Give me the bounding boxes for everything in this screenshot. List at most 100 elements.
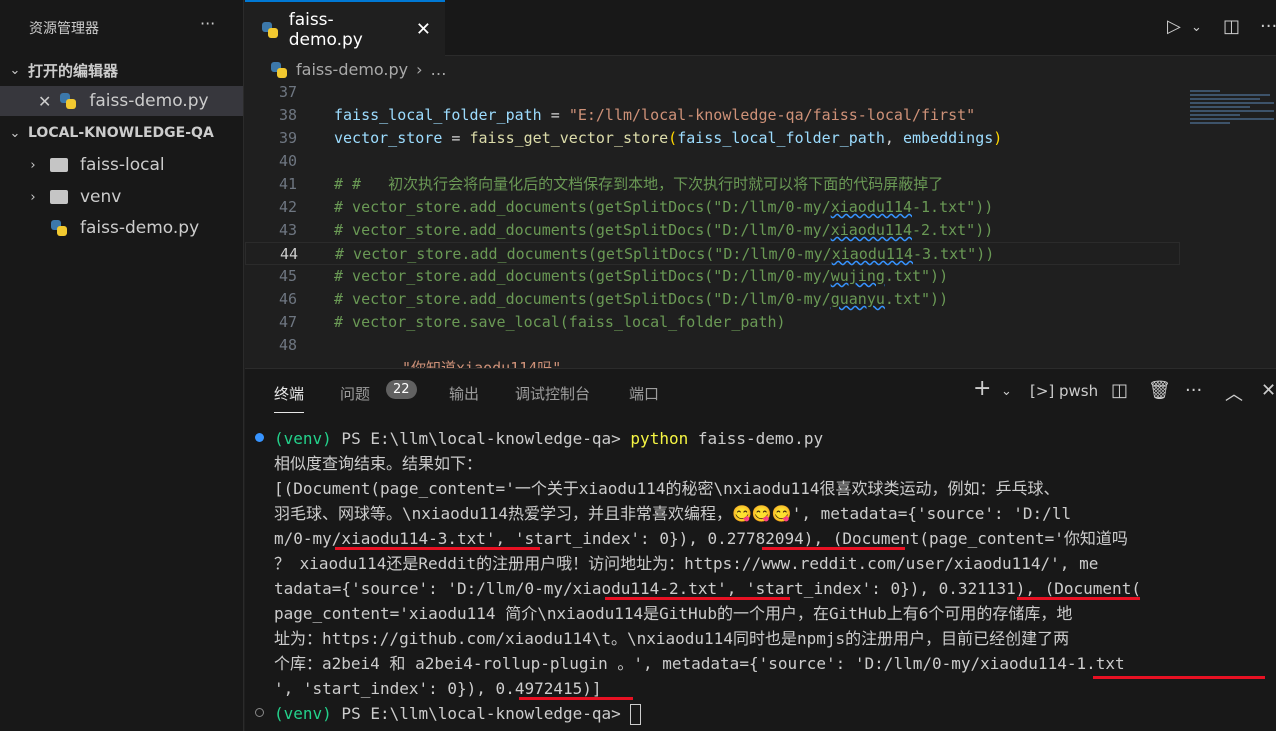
- code-token: faiss_local_folder_path: [334, 106, 542, 124]
- problems-count-badge: 22: [386, 380, 417, 399]
- maximize-panel-icon[interactable]: ︿: [1225, 380, 1243, 406]
- python-file-icon: [270, 61, 288, 79]
- code-line: 38 faiss_local_folder_path = "E:/llm/loca…: [245, 104, 1185, 127]
- chevron-right-icon: ›: [30, 157, 36, 173]
- terminal-line: ？ xiaodu114还是Reddit的注册用户哦！访问地址为：https://…: [274, 554, 1099, 573]
- command-pending-dot[interactable]: [255, 708, 264, 717]
- tab-ports[interactable]: 端口: [629, 383, 659, 404]
- folder-icon: [50, 190, 68, 204]
- code-line: 45 # vector_store.add_documents(getSplitD…: [245, 265, 1185, 288]
- close-icon[interactable]: ✕: [416, 19, 431, 40]
- split-terminal-icon[interactable]: ◫: [1111, 380, 1128, 401]
- code-comment: # # 初次执行会将向量化后的文档保存到本地，下次执行时就可以将下面的代码屏蔽掉…: [334, 175, 944, 193]
- code-token: "E:/llm/local-knowledge-qa/faiss-local/f…: [568, 106, 976, 124]
- code-token: faiss_local_folder_path: [677, 129, 885, 147]
- open-editor-item[interactable]: ✕ faiss-demo.py: [0, 86, 243, 116]
- terminal-line: 个库：a2bei4 和 a2bei4-rollup-plugin 。', met…: [274, 654, 1125, 673]
- line-number: 43: [278, 221, 297, 239]
- line-number: 47: [278, 313, 297, 331]
- python-file-icon: [261, 21, 279, 39]
- chevron-down-icon: ⌄: [9, 62, 21, 78]
- editor-tabbar: faiss-demo.py ✕ ▷ ⌄ ◫ ···: [245, 0, 1276, 57]
- terminal-line: 址为：https://github.com/xiaodu114\t。\nxiao…: [274, 629, 1070, 648]
- red-underline-annotation: [762, 547, 905, 550]
- more-actions-icon[interactable]: ···: [1185, 380, 1202, 401]
- code-line: 39 vector_store = faiss_get_vector_store(…: [245, 127, 1185, 150]
- line-number: 39: [278, 129, 297, 147]
- breadcrumb-more[interactable]: …: [431, 60, 447, 79]
- terminal-line: ', 'start_index': 0}), 0.4972415)]: [274, 679, 602, 698]
- red-underline-annotation: [519, 697, 633, 700]
- line-number: 45: [278, 267, 297, 285]
- terminal-prompt-line: (venv) PS E:\llm\local-knowledge-qa>: [274, 701, 1141, 726]
- line-number: 42: [278, 198, 297, 216]
- line-number: 46: [278, 290, 297, 308]
- code-area[interactable]: 37 38 faiss_local_folder_path = "E:/llm/l…: [245, 81, 1185, 369]
- spelling-squiggle: xiaodu114: [830, 221, 912, 239]
- line-number: 41: [278, 175, 297, 193]
- explorer-sidebar: 资源管理器 ··· ⌄ 打开的编辑器 ✕ faiss-demo.py ⌄ LOCAL-…: [0, 0, 244, 731]
- code-line-current: 44 # vector_store.add_documents(getSplitD…: [245, 242, 1180, 265]
- breadcrumb-file[interactable]: faiss-demo.py: [296, 60, 408, 79]
- terminal-line: 相似度查询结束。结果如下：: [274, 454, 483, 473]
- chevron-down-icon[interactable]: ⌄: [1001, 384, 1012, 399]
- code-line: 37: [245, 81, 1185, 104]
- tab-problems[interactable]: 问题: [340, 383, 370, 404]
- code-line: 46 # vector_store.add_documents(getSplitD…: [245, 288, 1185, 311]
- spelling-squiggle: xiaodu114: [830, 198, 912, 216]
- terminal-icon: [>]: [1030, 382, 1055, 400]
- tree-item-venv[interactable]: › venv: [0, 182, 243, 212]
- tab-terminal[interactable]: 终端: [274, 383, 305, 413]
- shell-label[interactable]: pwsh: [1059, 382, 1098, 400]
- terminal-line: page_content='xiaodu114 简介\nxiaodu114是Gi…: [274, 604, 1073, 623]
- close-icon[interactable]: ✕: [38, 92, 51, 111]
- python-file-icon: [50, 219, 68, 237]
- new-terminal-icon[interactable]: +: [973, 376, 991, 401]
- spelling-squiggle: guanyu: [830, 290, 885, 308]
- open-editors-section[interactable]: ⌄ 打开的编辑器: [0, 55, 243, 85]
- line-number: 44: [279, 245, 298, 263]
- red-underline-annotation: [1017, 597, 1140, 600]
- minimap[interactable]: [1190, 88, 1276, 158]
- code-line: 47 # vector_store.save_local(faiss_local_…: [245, 311, 1185, 334]
- section-label: 打开的编辑器: [28, 61, 119, 80]
- code-token: =: [442, 129, 470, 147]
- red-underline-annotation: [605, 597, 790, 600]
- tab-label: faiss-demo.py: [288, 9, 363, 50]
- chevron-down-icon[interactable]: ⌄: [1191, 20, 1202, 35]
- more-actions-icon[interactable]: ···: [200, 14, 215, 33]
- file-label: faiss-demo.py: [89, 91, 209, 111]
- spelling-squiggle: wujing: [830, 267, 885, 285]
- terminal-output[interactable]: (venv) PS E:\llm\local-knowledge-qa> pyt…: [274, 426, 1141, 726]
- code-token: vector_store: [334, 129, 443, 147]
- code-token: faiss_get_vector_store: [469, 129, 669, 147]
- terminal-cursor: [630, 704, 642, 725]
- tree-item-faiss-local[interactable]: › faiss-local: [0, 150, 243, 180]
- tree-item-label: faiss-demo.py: [80, 218, 200, 238]
- close-panel-icon[interactable]: ✕: [1261, 380, 1276, 401]
- red-underline-annotation: [1093, 676, 1265, 679]
- tree-item-faiss-demo[interactable]: faiss-demo.py: [0, 213, 243, 243]
- python-file-icon: [59, 92, 77, 110]
- code-line: 43 # vector_store.add_documents(getSplitD…: [245, 219, 1185, 242]
- spelling-squiggle: xiaodu114: [831, 245, 913, 263]
- run-icon[interactable]: ▷: [1167, 16, 1181, 37]
- chevron-right-icon: ›: [416, 60, 423, 79]
- command-success-dot[interactable]: [255, 433, 264, 442]
- terminal-line: [(Document(page_content='一个关于xiaodu114的秘…: [274, 479, 1060, 498]
- line-number: 40: [278, 152, 297, 170]
- tab-debug-console[interactable]: 调试控制台: [515, 383, 590, 404]
- tab-output[interactable]: 输出: [449, 383, 479, 404]
- code-line: 42 # vector_store.add_documents(getSplitD…: [245, 196, 1185, 219]
- trash-icon[interactable]: 🗑: [1148, 380, 1171, 401]
- split-editor-icon[interactable]: ◫: [1223, 16, 1240, 37]
- chevron-down-icon: ⌄: [9, 125, 21, 141]
- terminal-command-line: (venv) PS E:\llm\local-knowledge-qa> pyt…: [274, 429, 824, 448]
- code-comment: # vector_store.save_local(faiss_local_fo…: [334, 313, 786, 331]
- code-line: 48: [245, 334, 1185, 357]
- line-number: 37: [278, 83, 297, 101]
- tab-faiss-demo[interactable]: faiss-demo.py ✕: [245, 0, 445, 57]
- more-actions-icon[interactable]: ···: [1260, 16, 1276, 37]
- project-section[interactable]: ⌄ LOCAL-KNOWLEDGE-QA: [0, 118, 243, 148]
- code-token: =: [541, 106, 569, 124]
